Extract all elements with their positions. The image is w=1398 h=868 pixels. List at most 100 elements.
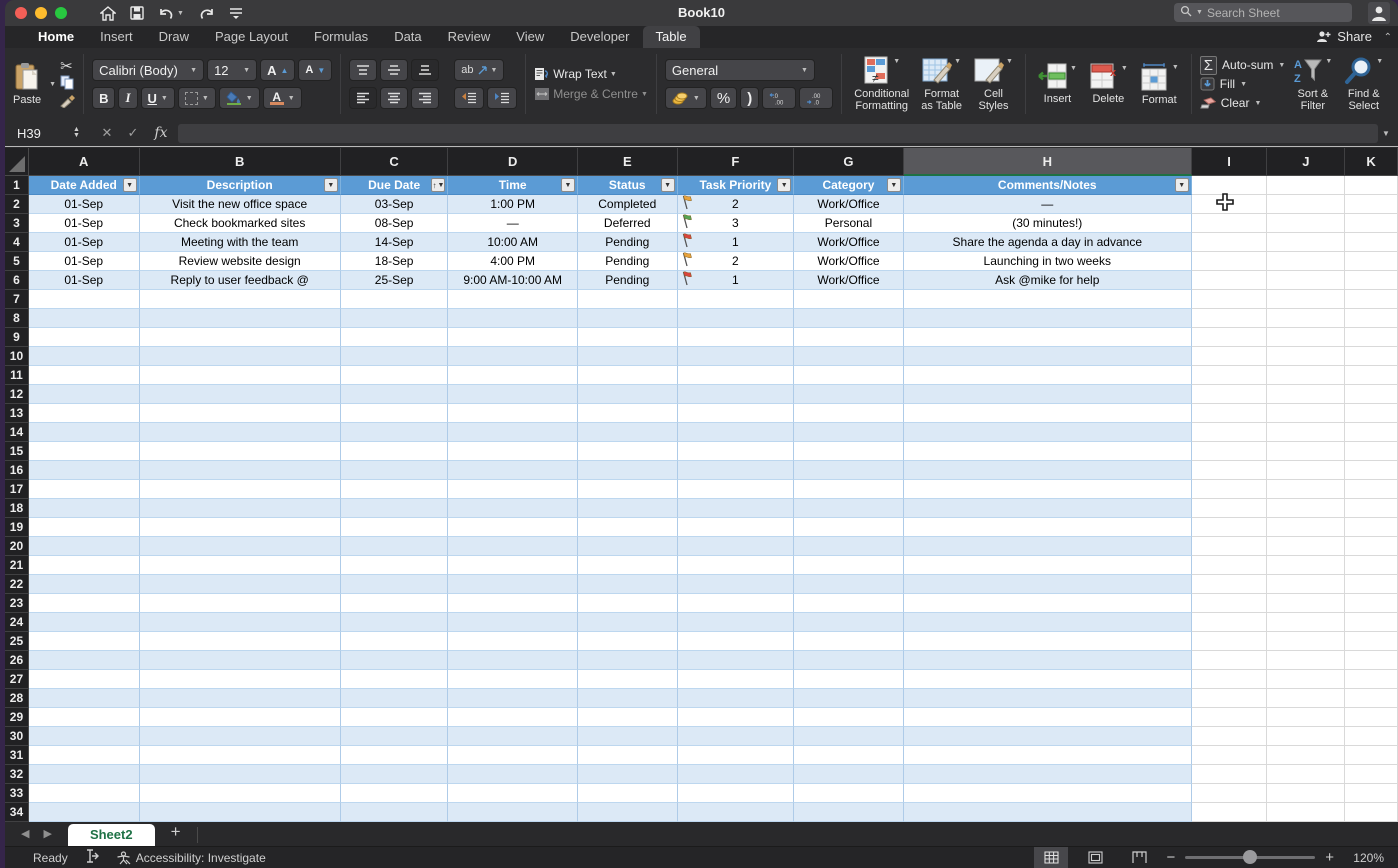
ribbon-tab-page-layout[interactable]: Page Layout [202,26,301,48]
cell-A12[interactable] [29,385,140,404]
cell-K32[interactable] [1345,765,1398,784]
cell-C25[interactable] [341,632,449,651]
cell-H2[interactable]: — [904,195,1192,214]
cell-K6[interactable] [1345,271,1398,290]
cell-G15[interactable] [794,442,904,461]
cell-D30[interactable] [448,727,578,746]
cell-A21[interactable] [29,556,140,575]
ribbon-tab-formulas[interactable]: Formulas [301,26,381,48]
cell-K7[interactable] [1345,290,1398,309]
cell-D5[interactable]: 4:00 PM [448,252,578,271]
cell-B15[interactable] [140,442,341,461]
cell-H11[interactable] [904,366,1192,385]
cell-K18[interactable] [1345,499,1398,518]
autosum-button[interactable]: Σ Auto-sum▼ [1200,56,1286,74]
cell-G7[interactable] [794,290,904,309]
row-header-14[interactable]: 14 [5,423,29,442]
share-button[interactable]: Share [1316,29,1372,44]
cell-C23[interactable] [341,594,449,613]
cell-F24[interactable] [678,613,795,632]
cell-H34[interactable] [904,803,1192,822]
align-center-button[interactable] [380,87,408,109]
ribbon-tab-developer[interactable]: Developer [557,26,642,48]
cell-J30[interactable] [1267,727,1345,746]
cell-I4[interactable] [1192,233,1268,252]
cell-B1[interactable]: Description▼ [140,176,341,195]
cell-E32[interactable] [578,765,678,784]
cell-I5[interactable] [1192,252,1268,271]
cell-I32[interactable] [1192,765,1268,784]
cell-H22[interactable] [904,575,1192,594]
cell-E22[interactable] [578,575,678,594]
cell-J4[interactable] [1267,233,1345,252]
ribbon-tab-review[interactable]: Review [435,26,504,48]
cell-J9[interactable] [1267,328,1345,347]
column-header-B[interactable]: B [140,148,341,176]
page-break-view-button[interactable] [1122,847,1156,868]
cell-E31[interactable] [578,746,678,765]
cell-E19[interactable] [578,518,678,537]
cell-G33[interactable] [794,784,904,803]
cell-F30[interactable] [678,727,795,746]
cell-J26[interactable] [1267,651,1345,670]
ribbon-tab-view[interactable]: View [503,26,557,48]
cell-A4[interactable]: 01-Sep [29,233,140,252]
cell-K16[interactable] [1345,461,1398,480]
conditional-formatting-button[interactable]: ≠ ▼ ConditionalFormatting [850,54,913,114]
cell-B17[interactable] [140,480,341,499]
cell-D10[interactable] [448,347,578,366]
cell-C30[interactable] [341,727,449,746]
cell-A20[interactable] [29,537,140,556]
row-header-3[interactable]: 3 [5,214,29,233]
cell-E6[interactable]: Pending [578,271,678,290]
cell-F11[interactable] [678,366,795,385]
cell-C6[interactable]: 25-Sep [341,271,449,290]
cell-H8[interactable] [904,309,1192,328]
column-header-E[interactable]: E [578,148,678,176]
cell-A8[interactable] [29,309,140,328]
cell-E3[interactable]: Deferred [578,214,678,233]
cell-F12[interactable] [678,385,795,404]
cell-J15[interactable] [1267,442,1345,461]
cell-C10[interactable] [341,347,449,366]
cell-B19[interactable] [140,518,341,537]
cell-G24[interactable] [794,613,904,632]
cell-B30[interactable] [140,727,341,746]
cell-D23[interactable] [448,594,578,613]
cell-J12[interactable] [1267,385,1345,404]
cell-H28[interactable] [904,689,1192,708]
cell-H12[interactable] [904,385,1192,404]
expand-formula-bar-icon[interactable]: ▼ [1382,129,1398,138]
cell-E25[interactable] [578,632,678,651]
cell-J5[interactable] [1267,252,1345,271]
cell-D32[interactable] [448,765,578,784]
cell-E33[interactable] [578,784,678,803]
cell-B27[interactable] [140,670,341,689]
zoom-in-button[interactable]: + [1325,849,1334,866]
row-header-34[interactable]: 34 [5,803,29,822]
cell-F21[interactable] [678,556,795,575]
orientation-button[interactable]: ab ▼ [454,59,504,81]
cell-B24[interactable] [140,613,341,632]
number-format-select[interactable]: General▼ [665,59,815,81]
comma-style-button[interactable]: ) [740,87,759,109]
delete-cells-button[interactable]: x ▼ Delete [1085,61,1132,107]
cell-K14[interactable] [1345,423,1398,442]
cell-E34[interactable] [578,803,678,822]
cell-H26[interactable] [904,651,1192,670]
row-header-12[interactable]: 12 [5,385,29,404]
cell-B4[interactable]: Meeting with the team [140,233,341,252]
cell-G26[interactable] [794,651,904,670]
cell-G25[interactable] [794,632,904,651]
cell-C31[interactable] [341,746,449,765]
cell-E24[interactable] [578,613,678,632]
cell-A10[interactable] [29,347,140,366]
cell-D28[interactable] [448,689,578,708]
cell-I33[interactable] [1192,784,1268,803]
cell-G27[interactable] [794,670,904,689]
format-painter-button[interactable] [60,95,75,113]
cell-J16[interactable] [1267,461,1345,480]
cell-B33[interactable] [140,784,341,803]
cell-G32[interactable] [794,765,904,784]
cell-G22[interactable] [794,575,904,594]
